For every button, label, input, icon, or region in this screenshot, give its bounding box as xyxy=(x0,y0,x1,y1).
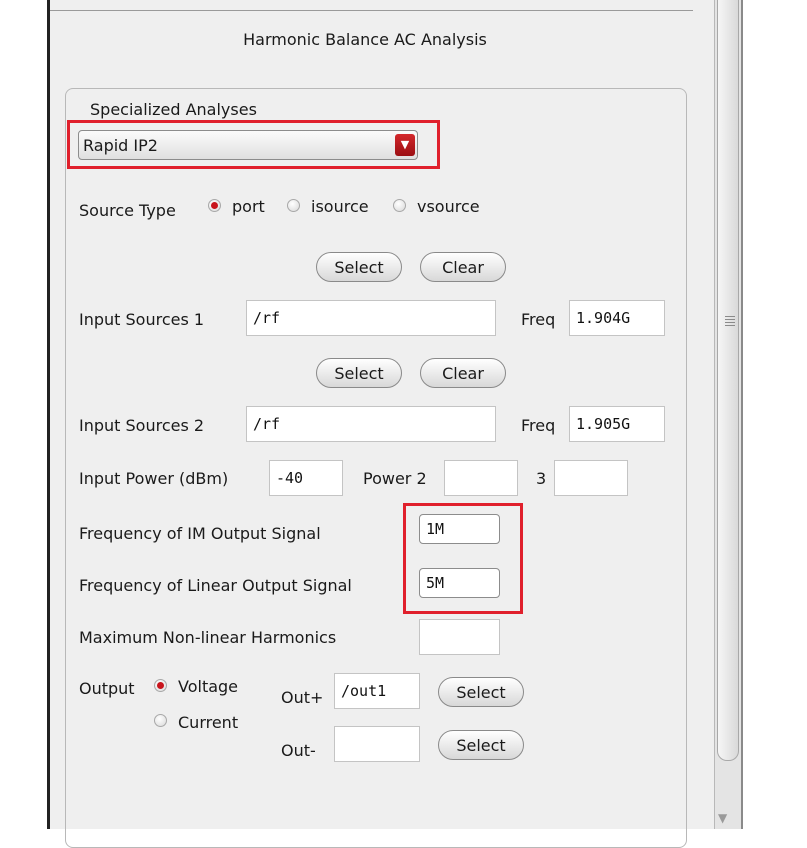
radio-port-label: port xyxy=(232,197,265,216)
max-harmonics-label: Maximum Non-linear Harmonics xyxy=(79,628,337,647)
select-button-out-plus[interactable]: Select xyxy=(438,677,524,707)
freq-1-field[interactable]: 1.904G xyxy=(569,300,665,336)
radio-port[interactable] xyxy=(208,199,221,212)
radio-isource-label: isource xyxy=(311,197,369,216)
out-plus-label: Out+ xyxy=(281,688,324,707)
grip-icon xyxy=(725,316,735,328)
output-label: Output xyxy=(79,679,135,698)
input-sources-1-label: Input Sources 1 xyxy=(79,310,205,329)
out-plus-field[interactable]: /out1 xyxy=(334,673,420,709)
freq-2-field[interactable]: 1.905G xyxy=(569,406,665,442)
input-sources-2-field[interactable]: /rf xyxy=(246,406,496,442)
source-type-label: Source Type xyxy=(79,201,176,220)
freq-1-label: Freq xyxy=(521,310,556,329)
select-button-sources-1[interactable]: Select xyxy=(316,252,402,282)
linear-output-freq-label: Frequency of Linear Output Signal xyxy=(79,576,352,595)
highlight-box-analysis xyxy=(67,120,440,169)
scrollbar-thumb[interactable] xyxy=(717,0,739,761)
scroll-down-arrow-icon[interactable]: ▼ xyxy=(718,811,727,825)
radio-current-label: Current xyxy=(178,713,239,732)
radio-isource[interactable] xyxy=(287,199,300,212)
power-2-field[interactable] xyxy=(444,460,518,496)
clear-button-sources-2[interactable]: Clear xyxy=(420,358,506,388)
power-2-label: Power 2 xyxy=(363,469,427,488)
radio-voltage-label: Voltage xyxy=(178,677,239,696)
freq-2-label: Freq xyxy=(521,416,556,435)
radio-vsource[interactable] xyxy=(393,199,406,212)
radio-vsource-label: vsource xyxy=(417,197,480,216)
out-minus-label: Out- xyxy=(281,741,316,760)
input-sources-1-field[interactable]: /rf xyxy=(246,300,496,336)
input-power-field[interactable]: -40 xyxy=(269,460,343,496)
radio-current[interactable] xyxy=(154,714,167,727)
select-button-sources-2[interactable]: Select xyxy=(316,358,402,388)
power-3-field[interactable] xyxy=(554,460,628,496)
clear-button-sources-1[interactable]: Clear xyxy=(420,252,506,282)
input-sources-2-label: Input Sources 2 xyxy=(79,416,205,435)
vertical-scrollbar[interactable]: ▼ xyxy=(714,0,741,829)
im-output-freq-label: Frequency of IM Output Signal xyxy=(79,524,321,543)
specialized-analyses-label: Specialized Analyses xyxy=(90,100,257,119)
radio-voltage[interactable] xyxy=(154,679,167,692)
power-3-label: 3 xyxy=(536,469,547,488)
dialog-title: Harmonic Balance AC Analysis xyxy=(243,30,487,49)
input-power-label: Input Power (dBm) xyxy=(79,469,229,488)
highlight-box-frequencies xyxy=(403,503,523,614)
select-button-out-minus[interactable]: Select xyxy=(438,730,524,760)
top-divider xyxy=(50,10,693,11)
out-minus-field[interactable] xyxy=(334,726,420,762)
max-harmonics-field[interactable] xyxy=(419,619,500,655)
